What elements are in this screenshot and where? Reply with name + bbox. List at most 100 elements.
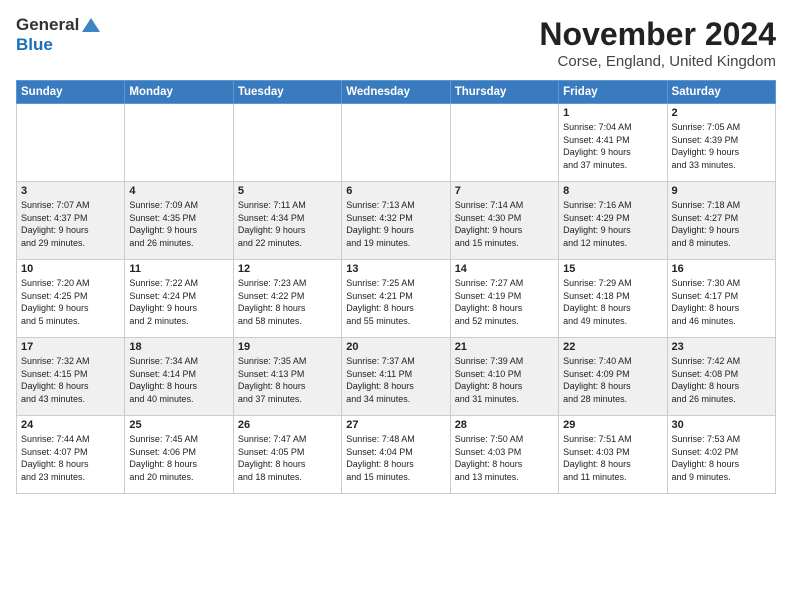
calendar-cell: 20 Sunrise: 7:37 AMSunset: 4:11 PMDayligh… bbox=[342, 338, 450, 416]
logo-icon bbox=[80, 16, 102, 34]
day-info: Sunrise: 7:35 AMSunset: 4:13 PMDaylight:… bbox=[238, 355, 337, 405]
calendar-cell: 4 Sunrise: 7:09 AMSunset: 4:35 PMDaylight… bbox=[125, 182, 233, 260]
logo-blue: Blue bbox=[16, 35, 53, 54]
day-info: Sunrise: 7:45 AMSunset: 4:06 PMDaylight:… bbox=[129, 433, 228, 483]
calendar-cell: 26 Sunrise: 7:47 AMSunset: 4:05 PMDayligh… bbox=[233, 416, 341, 494]
calendar-cell: 14 Sunrise: 7:27 AMSunset: 4:19 PMDayligh… bbox=[450, 260, 558, 338]
day-number: 19 bbox=[238, 341, 337, 353]
day-info: Sunrise: 7:22 AMSunset: 4:24 PMDaylight:… bbox=[129, 277, 228, 327]
calendar-cell bbox=[450, 104, 558, 182]
calendar-cell: 24 Sunrise: 7:44 AMSunset: 4:07 PMDayligh… bbox=[17, 416, 125, 494]
day-info: Sunrise: 7:42 AMSunset: 4:08 PMDaylight:… bbox=[672, 355, 771, 405]
day-number: 10 bbox=[21, 263, 120, 275]
weekday-header-monday: Monday bbox=[125, 81, 233, 104]
day-info: Sunrise: 7:50 AMSunset: 4:03 PMDaylight:… bbox=[455, 433, 554, 483]
day-info: Sunrise: 7:39 AMSunset: 4:10 PMDaylight:… bbox=[455, 355, 554, 405]
calendar-cell: 17 Sunrise: 7:32 AMSunset: 4:15 PMDayligh… bbox=[17, 338, 125, 416]
day-info: Sunrise: 7:14 AMSunset: 4:30 PMDaylight:… bbox=[455, 199, 554, 249]
day-info: Sunrise: 7:25 AMSunset: 4:21 PMDaylight:… bbox=[346, 277, 445, 327]
day-number: 18 bbox=[129, 341, 228, 353]
calendar-cell bbox=[342, 104, 450, 182]
calendar-cell: 19 Sunrise: 7:35 AMSunset: 4:13 PMDayligh… bbox=[233, 338, 341, 416]
day-number: 12 bbox=[238, 263, 337, 275]
weekday-header-friday: Friday bbox=[559, 81, 667, 104]
calendar-cell: 23 Sunrise: 7:42 AMSunset: 4:08 PMDayligh… bbox=[667, 338, 775, 416]
day-info: Sunrise: 7:13 AMSunset: 4:32 PMDaylight:… bbox=[346, 199, 445, 249]
title-area: November 2024 Corse, England, United Kin… bbox=[539, 16, 776, 70]
logo-general: General bbox=[16, 16, 79, 35]
day-info: Sunrise: 7:34 AMSunset: 4:14 PMDaylight:… bbox=[129, 355, 228, 405]
day-number: 8 bbox=[563, 185, 662, 197]
calendar-table: SundayMondayTuesdayWednesdayThursdayFrid… bbox=[16, 80, 776, 494]
day-number: 30 bbox=[672, 419, 771, 431]
calendar-cell: 5Sunrise: 7:11 AMSunset: 4:34 PMDaylight… bbox=[233, 182, 341, 260]
day-info: Sunrise: 7:44 AMSunset: 4:07 PMDaylight:… bbox=[21, 433, 120, 483]
day-number: 15 bbox=[563, 263, 662, 275]
calendar-cell: 18 Sunrise: 7:34 AMSunset: 4:14 PMDayligh… bbox=[125, 338, 233, 416]
page-title: November 2024 bbox=[539, 16, 776, 53]
day-info: Sunrise: 7:32 AMSunset: 4:15 PMDaylight:… bbox=[21, 355, 120, 405]
day-number: 24 bbox=[21, 419, 120, 431]
day-number: 21 bbox=[455, 341, 554, 353]
weekday-header-sunday: Sunday bbox=[17, 81, 125, 104]
day-number: 28 bbox=[455, 419, 554, 431]
day-info: Sunrise: 7:11 AMSunset: 4:34 PMDaylight:… bbox=[238, 199, 337, 249]
weekday-header-thursday: Thursday bbox=[450, 81, 558, 104]
day-info: Sunrise: 7:29 AMSunset: 4:18 PMDaylight:… bbox=[563, 277, 662, 327]
calendar-cell: 25 Sunrise: 7:45 AMSunset: 4:06 PMDayligh… bbox=[125, 416, 233, 494]
calendar-cell bbox=[17, 104, 125, 182]
calendar-cell: 8 Sunrise: 7:16 AMSunset: 4:29 PMDaylight… bbox=[559, 182, 667, 260]
day-number: 27 bbox=[346, 419, 445, 431]
page-subtitle: Corse, England, United Kingdom bbox=[539, 53, 776, 70]
day-info: Sunrise: 7:53 AMSunset: 4:02 PMDaylight:… bbox=[672, 433, 771, 483]
calendar-cell: 29Sunrise: 7:51 AMSunset: 4:03 PMDayligh… bbox=[559, 416, 667, 494]
day-info: Sunrise: 7:09 AMSunset: 4:35 PMDaylight:… bbox=[129, 199, 228, 249]
calendar-cell: 11Sunrise: 7:22 AMSunset: 4:24 PMDayligh… bbox=[125, 260, 233, 338]
day-number: 4 bbox=[129, 185, 228, 197]
header: General Blue November 2024 Corse, Englan… bbox=[16, 16, 776, 70]
calendar-cell: 16Sunrise: 7:30 AMSunset: 4:17 PMDayligh… bbox=[667, 260, 775, 338]
day-number: 17 bbox=[21, 341, 120, 353]
day-info: Sunrise: 7:18 AMSunset: 4:27 PMDaylight:… bbox=[672, 199, 771, 249]
day-info: Sunrise: 7:07 AMSunset: 4:37 PMDaylight:… bbox=[21, 199, 120, 249]
logo: General Blue bbox=[16, 16, 102, 54]
day-info: Sunrise: 7:51 AMSunset: 4:03 PMDaylight:… bbox=[563, 433, 662, 483]
day-info: Sunrise: 7:05 AMSunset: 4:39 PMDaylight:… bbox=[672, 121, 771, 171]
day-info: Sunrise: 7:27 AMSunset: 4:19 PMDaylight:… bbox=[455, 277, 554, 327]
weekday-header-wednesday: Wednesday bbox=[342, 81, 450, 104]
day-info: Sunrise: 7:23 AMSunset: 4:22 PMDaylight:… bbox=[238, 277, 337, 327]
calendar-cell: 1Sunrise: 7:04 AMSunset: 4:41 PMDaylight… bbox=[559, 104, 667, 182]
day-info: Sunrise: 7:37 AMSunset: 4:11 PMDaylight:… bbox=[346, 355, 445, 405]
day-number: 20 bbox=[346, 341, 445, 353]
day-info: Sunrise: 7:04 AMSunset: 4:41 PMDaylight:… bbox=[563, 121, 662, 171]
day-info: Sunrise: 7:47 AMSunset: 4:05 PMDaylight:… bbox=[238, 433, 337, 483]
calendar-cell: 3 Sunrise: 7:07 AMSunset: 4:37 PMDaylight… bbox=[17, 182, 125, 260]
day-info: Sunrise: 7:48 AMSunset: 4:04 PMDaylight:… bbox=[346, 433, 445, 483]
day-number: 13 bbox=[346, 263, 445, 275]
day-info: Sunrise: 7:40 AMSunset: 4:09 PMDaylight:… bbox=[563, 355, 662, 405]
calendar-cell: 12 Sunrise: 7:23 AMSunset: 4:22 PMDayligh… bbox=[233, 260, 341, 338]
weekday-header-tuesday: Tuesday bbox=[233, 81, 341, 104]
calendar-cell: 30 Sunrise: 7:53 AMSunset: 4:02 PMDayligh… bbox=[667, 416, 775, 494]
day-number: 25 bbox=[129, 419, 228, 431]
day-number: 14 bbox=[455, 263, 554, 275]
day-number: 22 bbox=[563, 341, 662, 353]
calendar-cell: 28 Sunrise: 7:50 AMSunset: 4:03 PMDayligh… bbox=[450, 416, 558, 494]
day-number: 3 bbox=[21, 185, 120, 197]
calendar-cell: 2Sunrise: 7:05 AMSunset: 4:39 PMDaylight… bbox=[667, 104, 775, 182]
calendar-cell: 13 Sunrise: 7:25 AMSunset: 4:21 PMDayligh… bbox=[342, 260, 450, 338]
day-number: 16 bbox=[672, 263, 771, 275]
calendar-cell: 27 Sunrise: 7:48 AMSunset: 4:04 PMDayligh… bbox=[342, 416, 450, 494]
calendar-cell bbox=[125, 104, 233, 182]
calendar-cell: 22 Sunrise: 7:40 AMSunset: 4:09 PMDayligh… bbox=[559, 338, 667, 416]
day-number: 26 bbox=[238, 419, 337, 431]
calendar-cell: 21 Sunrise: 7:39 AMSunset: 4:10 PMDayligh… bbox=[450, 338, 558, 416]
weekday-header-saturday: Saturday bbox=[667, 81, 775, 104]
calendar-cell: 9Sunrise: 7:18 AMSunset: 4:27 PMDaylight… bbox=[667, 182, 775, 260]
calendar-cell: 15 Sunrise: 7:29 AMSunset: 4:18 PMDayligh… bbox=[559, 260, 667, 338]
calendar-cell bbox=[233, 104, 341, 182]
day-number: 23 bbox=[672, 341, 771, 353]
day-info: Sunrise: 7:16 AMSunset: 4:29 PMDaylight:… bbox=[563, 199, 662, 249]
day-number: 7 bbox=[455, 185, 554, 197]
calendar-cell: 10Sunrise: 7:20 AMSunset: 4:25 PMDayligh… bbox=[17, 260, 125, 338]
